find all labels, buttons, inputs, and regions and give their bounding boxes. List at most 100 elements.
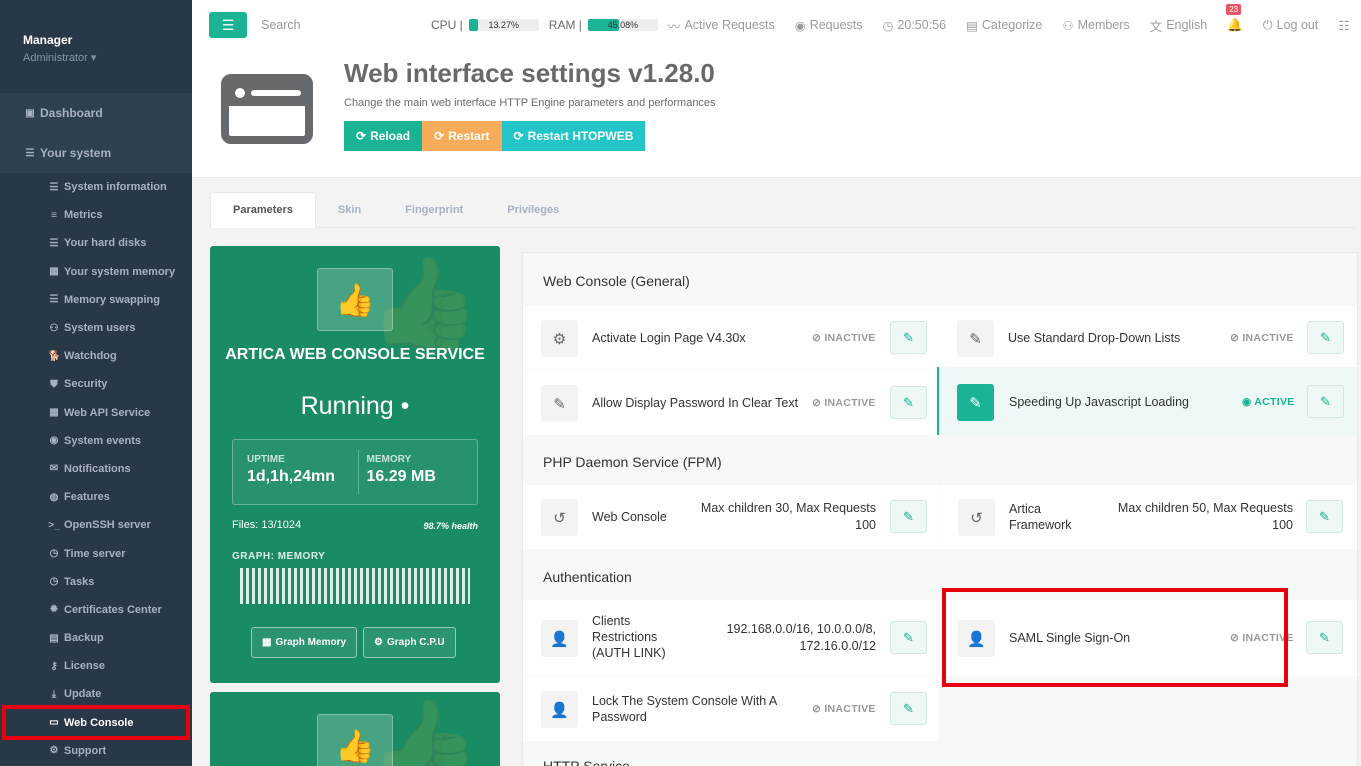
restart-htopweb-button[interactable]: ⟳ Restart HTOPWEB (501, 121, 646, 151)
sidebar-item-support[interactable]: ⚙ Support (0, 737, 192, 765)
edit-button[interactable]: ✎ (1307, 321, 1344, 354)
bell-icon: 🔔 (1227, 17, 1243, 32)
sidebar-item-system-events[interactable]: ◉ System events (0, 427, 192, 455)
setting-value: Max children 50, Max Requests 100 (1073, 500, 1293, 534)
sidebar-item-your-system-memory[interactable]: ▦ Your system memory (0, 258, 192, 286)
graph-label: GRAPH: MEMORY (232, 551, 326, 562)
restart-label: Restart (448, 129, 490, 143)
setting-label-line: Framework (1009, 518, 1072, 532)
sidebar-item-memory-swapping[interactable]: ☰ Memory swapping (0, 286, 192, 314)
edit-button[interactable]: ✎ (890, 692, 927, 725)
search-input[interactable]: Search (261, 18, 431, 32)
sidebar-item-certificates-center[interactable]: ✹ Certificates Center (0, 596, 192, 624)
sidebar-submenu: ☰ System information ≡ Metrics ☰ Your hard di… (0, 173, 192, 765)
tab-privileges[interactable]: Privileges (485, 192, 581, 228)
setting-label-line: Restrictions (592, 630, 658, 644)
sidebar-item-tasks[interactable]: ◷ Tasks (0, 568, 192, 596)
menu-toggle-button[interactable]: ☰ (209, 12, 247, 38)
sidebar-item-openssh-server[interactable]: >_ OpenSSH server (0, 511, 192, 539)
sidebar-item-label: Backup (64, 632, 104, 645)
sidebar-item-watchdog[interactable]: 🐕 Watchdog (0, 342, 192, 370)
clock-display: ◷ 20:50:56 (883, 18, 947, 33)
sidebar-item-your-system[interactable]: ☰ Your system (0, 133, 192, 173)
sidebar-item-label: Memory swapping (64, 293, 160, 306)
setting-label-line: (AUTH LINK) (592, 646, 666, 660)
sidebar-item-label: Support (64, 744, 107, 757)
graph-memory-button[interactable]: ▦ Graph Memory (251, 627, 358, 658)
categorize-link[interactable]: ▤ Categorize (966, 18, 1042, 33)
gear-icon: ⚙ (374, 637, 383, 648)
section-title-general: Web Console (General) (543, 273, 690, 289)
edit-icon: ✎ (1320, 329, 1331, 345)
sidebar-item-license[interactable]: ⚷ License (0, 652, 192, 680)
user-lock-icon: 👤 (541, 620, 578, 657)
sidebar-item-features[interactable]: ◍ Features (0, 483, 192, 511)
server-icon: ☰ (49, 237, 59, 249)
sidebar-item-label: Tasks (64, 575, 95, 588)
sidebar-item-web-api-service[interactable]: ▦ Web API Service (0, 399, 192, 427)
notifications-button[interactable]: 🔔 23 (1226, 3, 1243, 33)
restart-htopweb-label: Restart HTOPWEB (527, 129, 634, 143)
edit-icon: ✎ (903, 700, 914, 716)
setting-value-line: 192.168.0.0/16, 10.0.0.0/8, (726, 622, 876, 636)
sidebar-item-time-server[interactable]: ◷ Time server (0, 539, 192, 567)
edit-button[interactable]: ✎ (890, 621, 927, 654)
cpu-label: CPU | (431, 18, 463, 32)
sidebar-item-your-hard-disks[interactable]: ☰ Your hard disks (0, 229, 192, 257)
uptime-label: UPTIME (247, 454, 285, 465)
setting-value-line: 100 (1272, 518, 1293, 532)
edit-button[interactable]: ✎ (1307, 385, 1344, 418)
server-icon: ☰ (49, 294, 59, 306)
setting-row: ✎ Allow Display Password In Clear Text ⊘… (523, 371, 937, 435)
topbar: ☰ Search CPU | 13.27% RAM | 45.08% 〰 Acti… (192, 0, 1361, 50)
notification-badge: 23 (1226, 3, 1242, 15)
sidebar-item-system-information[interactable]: ☰ System information (0, 173, 192, 201)
edit-button[interactable]: ✎ (890, 321, 927, 354)
sidebar-item-dashboard[interactable]: ▣ Dashboard (0, 93, 192, 133)
edit-button[interactable]: ✎ (1306, 500, 1343, 533)
sidebar-item-security[interactable]: ⛊ Security (0, 370, 192, 398)
graph-cpu-button[interactable]: ⚙ Graph C.P.U (363, 627, 456, 658)
edit-button[interactable]: ✎ (890, 500, 927, 533)
reload-button[interactable]: ⟳ Reload (344, 121, 423, 151)
edit-button[interactable]: ✎ (890, 386, 927, 419)
memory-icon: ▦ (49, 407, 59, 419)
status-badge: ⊘ INACTIVE (812, 332, 876, 344)
sidebar-item-metrics[interactable]: ≡ Metrics (0, 201, 192, 229)
restart-button[interactable]: ⟳ Restart (422, 121, 502, 151)
language-selector[interactable]: 文 English (1150, 16, 1208, 35)
tab-parameters[interactable]: Parameters (210, 192, 316, 228)
setting-value-line: 100 (855, 518, 876, 532)
requests-link[interactable]: ◉ Requests (795, 18, 863, 33)
logout-link[interactable]: ⏻ Log out (1263, 18, 1319, 33)
sidebar-item-label: Metrics (64, 209, 103, 222)
sidebar-item-label: System events (64, 434, 142, 447)
setting-row-active: ✎ Speeding Up Javascript Loading ◉ ACTIV… (937, 367, 1357, 435)
edit-button[interactable]: ✎ (1306, 621, 1343, 654)
setting-label: Clients Restrictions (AUTH LINK) (592, 613, 666, 661)
sidebar: Manager Administrator ▾ ▣ Dashboard ☰ Yo… (0, 0, 192, 766)
tab-fingerprint[interactable]: Fingerprint (383, 192, 485, 228)
user-role-dropdown[interactable]: Administrator ▾ (23, 51, 192, 64)
tasks-list-button[interactable]: ☷ (1338, 18, 1349, 33)
language-label: English (1166, 18, 1208, 32)
key-icon: ⚷ (50, 660, 58, 672)
sidebar-item-label: License (64, 660, 105, 673)
sidebar-item-system-users[interactable]: ⚇ System users (0, 314, 192, 342)
sidebar-item-label: Your system (40, 146, 112, 160)
active-requests-link[interactable]: 〰 Active Requests (668, 16, 775, 35)
server-icon: ☰ (25, 147, 35, 159)
clock-icon: ◷ (49, 576, 59, 588)
members-link[interactable]: ⚇ Members (1062, 18, 1129, 33)
requests-label: Requests (809, 18, 863, 32)
sidebar-item-label: Update (64, 688, 102, 701)
sidebar-item-label: Web API Service (64, 406, 151, 419)
terminal-icon: >_ (48, 519, 60, 531)
sidebar-item-notifications[interactable]: ✉ Notifications (0, 455, 192, 483)
sidebar-item-backup[interactable]: ▤ Backup (0, 624, 192, 652)
setting-label: Speeding Up Javascript Loading (1009, 395, 1189, 409)
edit-icon: ✎ (903, 629, 914, 645)
tab-skin[interactable]: Skin (316, 192, 383, 228)
memory-icon: ▦ (262, 637, 272, 648)
edit-icon: ✎ (1319, 508, 1330, 524)
